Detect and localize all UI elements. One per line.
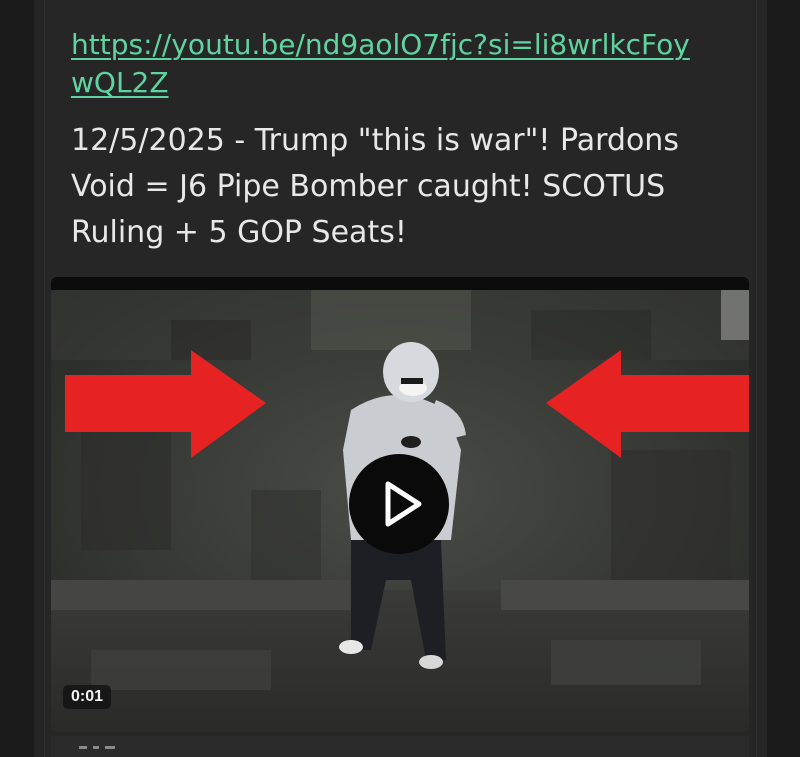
card-border-right xyxy=(756,0,757,757)
footer-partial-text xyxy=(79,746,115,749)
post-body-text: 12/5/2025 - Trump "this is war"! Pardons… xyxy=(71,123,679,250)
page: https://youtu.be/nd9aolO7fjc?si=li8wrlkc… xyxy=(0,0,800,757)
play-icon xyxy=(385,481,422,527)
play-button[interactable] xyxy=(349,454,449,554)
post-footer xyxy=(51,736,749,757)
video-embed[interactable]: 0:01 xyxy=(51,277,749,732)
card-border-left xyxy=(44,0,45,757)
video-duration-badge: 0:01 xyxy=(63,685,112,709)
video-link[interactable]: https://youtu.be/nd9aolO7fjc?si=li8wrlkc… xyxy=(71,26,691,102)
